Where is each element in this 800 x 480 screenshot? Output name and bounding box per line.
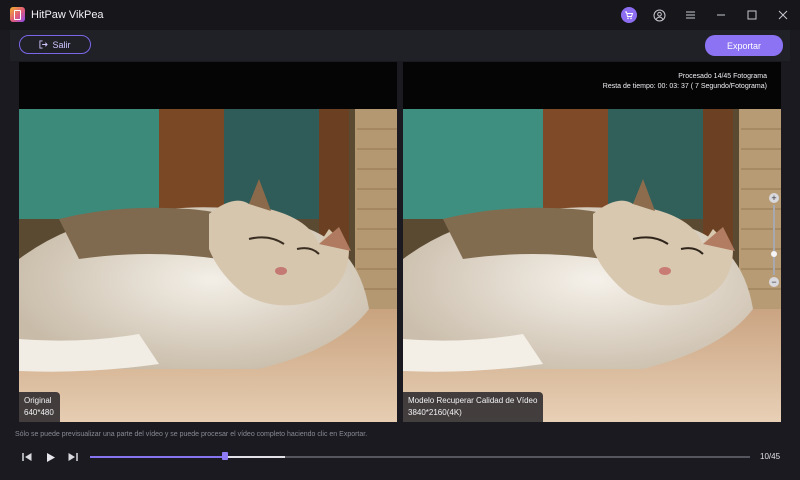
exit-button[interactable]: Salir (19, 35, 91, 54)
play-icon[interactable] (43, 450, 57, 464)
enhanced-preview-image (403, 109, 781, 422)
maximize-icon[interactable] (744, 7, 760, 23)
playback-controls: 10/45 (0, 446, 800, 468)
timeline-playhead[interactable] (222, 452, 229, 460)
preview-note: Sólo se puede previsualizar una parte de… (15, 431, 368, 438)
processed-frames-text: Procesado 14/45 Fotograma (678, 73, 767, 80)
menu-icon[interactable] (682, 7, 698, 23)
user-icon[interactable] (651, 7, 667, 23)
next-frame-icon[interactable] (65, 450, 79, 464)
zoom-in-icon[interactable]: + (769, 193, 779, 203)
app-title: HitPaw VikPea (31, 9, 104, 21)
model-label: Modelo Recuperar Calidad de Vídeo (408, 396, 538, 405)
cart-icon[interactable] (621, 7, 637, 23)
original-preview-panel: Original 640*480 (19, 62, 397, 422)
previous-frame-icon[interactable] (20, 450, 34, 464)
time-left-text: Resta de tiempo: 00: 03: 37 ( 7 Segundo/… (602, 83, 767, 90)
zoom-track[interactable] (773, 205, 775, 275)
original-resolution: 640*480 (24, 408, 54, 417)
export-button[interactable]: Exportar (705, 35, 783, 56)
title-bar: HitPaw VikPea (0, 0, 800, 30)
minimize-icon[interactable] (713, 7, 729, 23)
enhanced-preview-panel: Procesado 14/45 Fotograma Resta de tiemp… (403, 62, 781, 422)
timeline-processed (225, 456, 285, 458)
zoom-slider[interactable]: + − (767, 193, 781, 289)
processing-info: Procesado 14/45 Fotograma Resta de tiemp… (603, 72, 767, 92)
frame-counter: 10/45 (760, 452, 781, 461)
zoom-out-icon[interactable]: − (769, 277, 779, 287)
app-logo-icon (10, 7, 25, 22)
original-label-box: Original 640*480 (19, 392, 60, 422)
original-preview-image (19, 109, 397, 422)
enhanced-resolution: 3840*2160(4K) (408, 408, 462, 417)
app-window: HitPaw VikPea Salir Exportar Original 64… (0, 0, 800, 480)
enhanced-label-box: Modelo Recuperar Calidad de Vídeo 3840*2… (403, 392, 544, 422)
timeline-bar[interactable] (90, 452, 750, 460)
toolbar: Salir Exportar (10, 30, 790, 61)
exit-button-label: Salir (52, 39, 71, 50)
original-label: Original (24, 396, 52, 405)
zoom-thumb[interactable] (771, 251, 777, 257)
timeline-played (90, 456, 226, 458)
exit-icon (39, 40, 49, 49)
close-icon[interactable] (775, 7, 791, 23)
